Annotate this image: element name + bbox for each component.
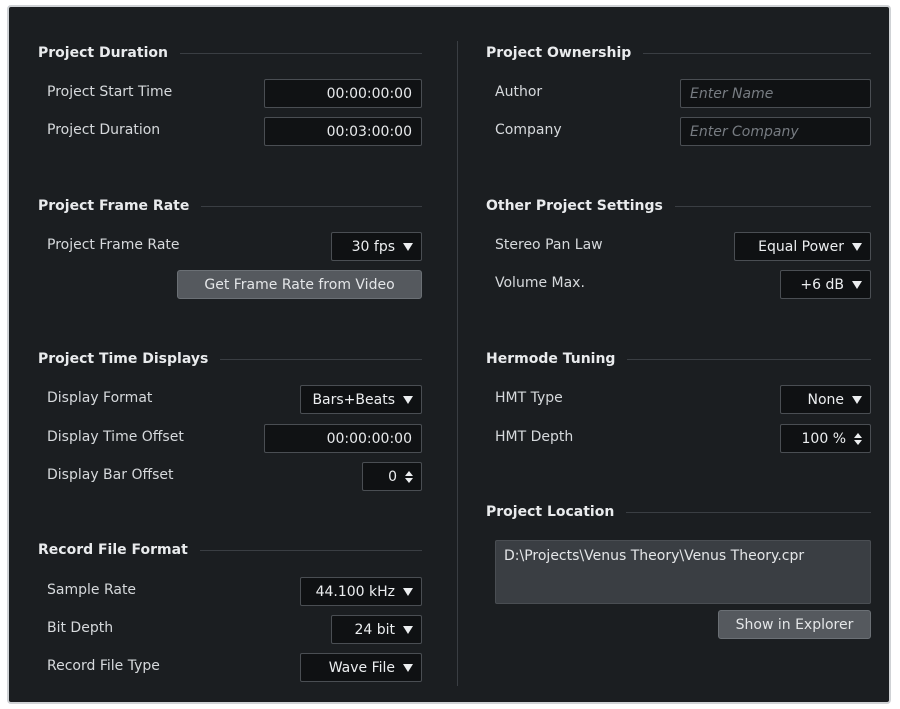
section-rule — [220, 358, 422, 360]
hmt-type-value: None — [807, 391, 844, 408]
hermode-tuning-header: Hermode Tuning — [486, 349, 871, 369]
dropdown-arrow-icon — [403, 242, 413, 251]
pan-law-value: Equal Power — [758, 238, 844, 255]
bar-offset-value: 0 — [388, 468, 397, 485]
frame-rate-dropdown[interactable]: 30 fps — [331, 232, 422, 261]
section-rule — [179, 52, 422, 54]
section-rule — [199, 549, 422, 551]
section-rule — [201, 205, 422, 207]
display-format-label: Display Format — [47, 390, 153, 406]
section-rule — [643, 52, 871, 54]
hmt-depth-stepper[interactable]: 100 % — [780, 424, 871, 453]
stereo-pan-law-dropdown[interactable]: Equal Power — [734, 232, 871, 261]
volume-max-dropdown[interactable]: +6 dB — [780, 270, 871, 299]
display-format-dropdown[interactable]: Bars+Beats — [300, 385, 422, 414]
stepper-arrows-icon[interactable] — [854, 432, 862, 445]
project-frame-rate-header: Project Frame Rate — [38, 196, 422, 216]
display-bar-offset-stepper[interactable]: 0 — [362, 462, 422, 491]
section-title: Project Duration — [38, 45, 168, 61]
project-duration-header: Project Duration — [38, 43, 422, 63]
section-title: Hermode Tuning — [486, 351, 616, 367]
section-rule — [627, 358, 871, 360]
project-start-time-label: Project Start Time — [47, 84, 173, 100]
project-location-header: Project Location — [486, 502, 871, 522]
project-ownership-header: Project Ownership — [486, 43, 871, 63]
project-start-time-field[interactable]: 00:00:00:00 — [264, 79, 422, 108]
frame-rate-value: 30 fps — [351, 238, 395, 255]
dropdown-arrow-icon — [403, 395, 413, 404]
hmt-type-label: HMT Type — [495, 390, 563, 406]
hmt-depth-value: 100 % — [801, 430, 846, 447]
stepper-arrows-icon[interactable] — [405, 470, 413, 483]
section-title: Other Project Settings — [486, 198, 663, 214]
display-time-offset-label: Display Time Offset — [47, 429, 184, 445]
hmt-depth-label: HMT Depth — [495, 429, 574, 445]
display-time-offset-field[interactable]: 00:00:00:00 — [264, 424, 422, 453]
other-project-settings-header: Other Project Settings — [486, 196, 871, 216]
hmt-type-dropdown[interactable]: None — [780, 385, 871, 414]
author-input[interactable]: Enter Name — [680, 79, 871, 108]
section-title: Project Time Displays — [38, 351, 209, 367]
project-frame-rate-label: Project Frame Rate — [47, 237, 180, 253]
volume-max-value: +6 dB — [800, 276, 844, 293]
project-setup-panel: Project Duration Project Start Time 00:0… — [7, 5, 891, 704]
file-type-value: Wave File — [328, 659, 395, 676]
dropdown-arrow-icon — [852, 280, 862, 289]
record-file-type-label: Record File Type — [47, 658, 160, 674]
project-duration-label: Project Duration — [47, 122, 161, 138]
sample-rate-label: Sample Rate — [47, 582, 137, 598]
volume-max-label: Volume Max. — [495, 275, 585, 291]
stereo-pan-law-label: Stereo Pan Law — [495, 237, 603, 253]
section-title: Record File Format — [38, 542, 188, 558]
dropdown-arrow-icon — [403, 663, 413, 672]
record-file-format-header: Record File Format — [38, 540, 422, 560]
project-location-path: D:\Projects\Venus Theory\Venus Theory.cp… — [495, 540, 871, 604]
record-file-type-dropdown[interactable]: Wave File — [300, 653, 422, 682]
bit-depth-dropdown[interactable]: 24 bit — [331, 615, 422, 644]
display-format-value: Bars+Beats — [312, 391, 395, 408]
dropdown-arrow-icon — [403, 587, 413, 596]
section-title: Project Frame Rate — [38, 198, 190, 214]
dropdown-arrow-icon — [852, 242, 862, 251]
bit-depth-label: Bit Depth — [47, 620, 114, 636]
get-frame-rate-from-video-button[interactable]: Get Frame Rate from Video — [177, 270, 422, 299]
section-rule — [626, 511, 871, 513]
bit-depth-value: 24 bit — [354, 621, 395, 638]
sample-rate-value: 44.100 kHz — [315, 583, 395, 600]
company-label: Company — [495, 122, 562, 138]
section-title: Project Ownership — [486, 45, 632, 61]
display-bar-offset-label: Display Bar Offset — [47, 467, 174, 483]
author-label: Author — [495, 84, 543, 100]
section-rule — [674, 205, 871, 207]
section-title: Project Location — [486, 504, 615, 520]
company-input[interactable]: Enter Company — [680, 117, 871, 146]
sample-rate-dropdown[interactable]: 44.100 kHz — [300, 577, 422, 606]
project-time-displays-header: Project Time Displays — [38, 349, 422, 369]
dropdown-arrow-icon — [852, 395, 862, 404]
project-duration-field[interactable]: 00:03:00:00 — [264, 117, 422, 146]
dropdown-arrow-icon — [403, 625, 413, 634]
column-divider — [457, 41, 458, 686]
show-in-explorer-button[interactable]: Show in Explorer — [718, 610, 871, 639]
